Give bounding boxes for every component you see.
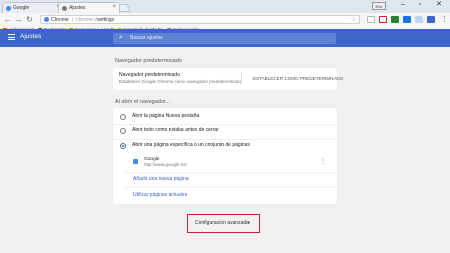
toolbar: ← → ↻ Chrome | chrome://settings ☆ ⋮ xyxy=(0,13,450,26)
google-favicon-icon xyxy=(6,6,11,11)
settings-gear-favicon-icon xyxy=(62,6,67,11)
radio-continue[interactable] xyxy=(120,128,126,134)
search-placeholder: Buscar ajustes xyxy=(130,35,163,41)
chrome-menu-icon[interactable]: ⋮ xyxy=(441,15,448,23)
profile-button[interactable]: Eric xyxy=(372,2,386,10)
bookmark-star-icon[interactable]: ☆ xyxy=(351,16,356,24)
option-specific-pages-label[interactable]: Abrir una página específica o un conjunt… xyxy=(132,142,250,149)
url-scheme: chrome:// xyxy=(76,17,97,23)
option-continue-label[interactable]: Abrir todo como estaba antes de cerrar xyxy=(132,127,219,134)
option-new-tab-label[interactable]: Abrir la página Nueva pestaña xyxy=(132,113,199,120)
chevron-down-icon: ▾ xyxy=(247,220,250,226)
translate-extension-icon[interactable] xyxy=(427,16,435,23)
search-icon: ⌕ xyxy=(119,34,123,41)
address-bar[interactable]: Chrome | chrome://settings ☆ xyxy=(40,15,360,24)
close-tab-icon[interactable]: × xyxy=(112,4,116,10)
tab-google[interactable]: Google × xyxy=(2,2,64,13)
back-icon[interactable]: ← xyxy=(3,15,12,24)
close-window-icon[interactable]: ✕ xyxy=(432,0,446,10)
vertical-divider xyxy=(241,72,242,85)
add-page-link[interactable]: Añadir una nueva página xyxy=(133,176,189,183)
tab-label: Google xyxy=(13,5,30,11)
startup-page-url: http://www.google.es/ xyxy=(144,162,187,167)
extension-icon[interactable] xyxy=(367,16,375,23)
maximize-icon[interactable]: ▫ xyxy=(413,0,427,10)
url-separator: | xyxy=(71,17,74,23)
startup-card: Abrir la página Nueva pestaña Abrir todo… xyxy=(113,108,337,204)
radio-new-tab[interactable] xyxy=(120,114,126,120)
chrome-page-icon xyxy=(44,17,49,22)
use-current-pages-link[interactable]: Utilizar páginas actuales xyxy=(133,192,187,199)
divider xyxy=(113,139,337,140)
divider xyxy=(125,172,337,173)
tab-label: Ajustes xyxy=(69,5,86,11)
url-chip: Chrome xyxy=(51,17,69,23)
blue-extension-icon[interactable] xyxy=(403,16,411,23)
green-extension-icon[interactable] xyxy=(391,16,399,23)
advanced-settings-button[interactable]: Configuración avanzada ▾ xyxy=(187,214,260,233)
radio-specific-pages[interactable] xyxy=(120,143,126,149)
search-input[interactable]: ⌕ Buscar ajustes xyxy=(113,33,336,44)
divider xyxy=(125,187,337,188)
tab-ajustes[interactable]: Ajustes × xyxy=(58,2,120,13)
more-actions-icon[interactable]: ⋮ xyxy=(320,158,326,165)
google-favicon-icon xyxy=(133,159,138,164)
default-browser-subtitle: Establecer Google Chrome como navegador … xyxy=(119,79,241,84)
advanced-settings-label: Configuración avanzada xyxy=(195,220,249,226)
section-title-default-browser: Navegador predeterminado xyxy=(115,58,182,64)
default-browser-card: Navegador predeterminado Establecer Goog… xyxy=(113,68,343,90)
menu-hamburger-icon[interactable] xyxy=(8,34,15,40)
section-title-startup: Al abrir el navegador... xyxy=(115,99,171,105)
forward-icon[interactable]: → xyxy=(14,15,23,24)
title-bar: Google × Ajustes × Eric – ▫ ✕ xyxy=(0,0,450,13)
divider xyxy=(113,124,337,125)
page-title: Ajustes xyxy=(20,33,42,40)
cloud-extension-icon[interactable] xyxy=(415,16,423,23)
settings-header: Ajustes ⌕ Buscar ajustes xyxy=(0,29,450,47)
set-default-button[interactable]: ESTABLECER COMO PREDETERMINADO xyxy=(253,76,343,82)
url-path: settings xyxy=(96,17,115,23)
shield-extension-icon[interactable] xyxy=(379,16,387,23)
default-browser-title: Navegador predeterminado xyxy=(119,72,180,78)
minimize-icon[interactable]: – xyxy=(396,0,410,10)
reload-icon[interactable]: ↻ xyxy=(25,15,34,24)
